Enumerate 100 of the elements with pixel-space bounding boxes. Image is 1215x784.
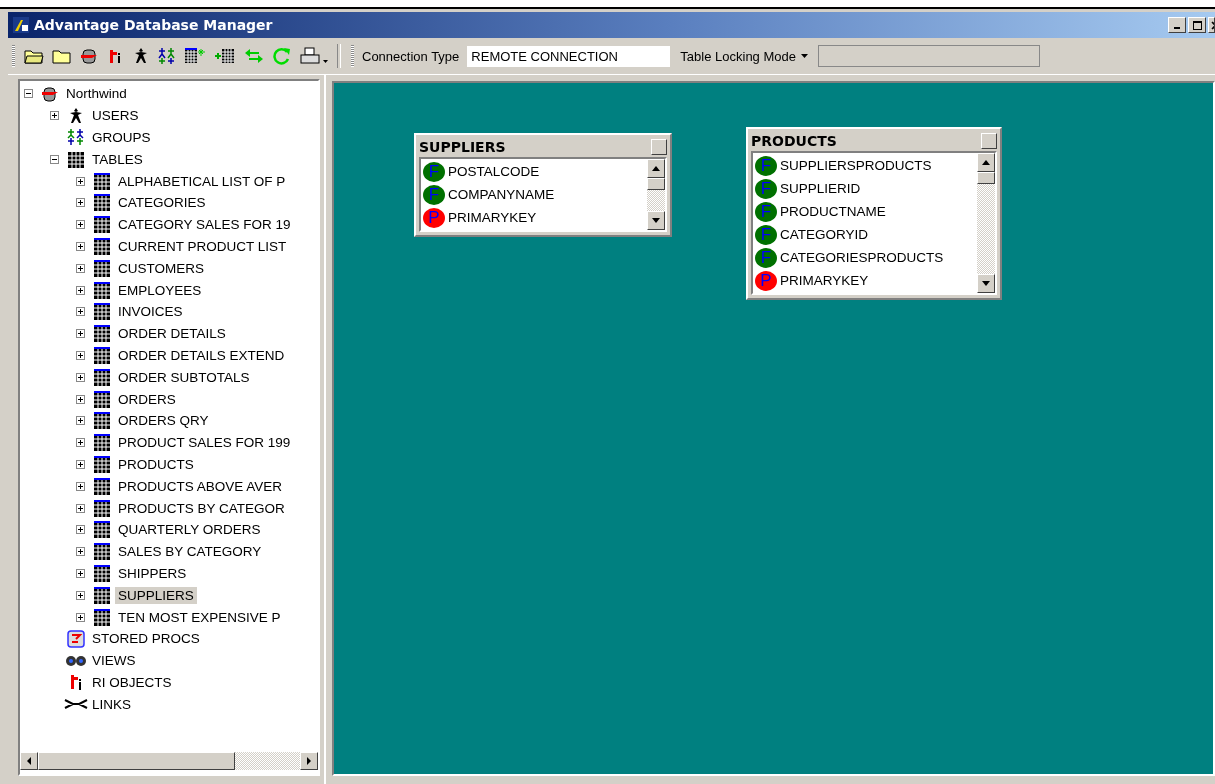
tree-item[interactable]: SALES BY CATEGORY [115, 543, 265, 561]
key-badge: F [755, 247, 777, 268]
table-icon [93, 608, 111, 626]
expand-icon[interactable] [76, 307, 85, 317]
expand-icon[interactable] [76, 525, 85, 535]
tree-item[interactable]: PRODUCTS BY CATEGOR [115, 499, 288, 517]
tree-item[interactable]: PRODUCT SALES FOR 199 [115, 434, 294, 452]
key-badge: P [423, 207, 445, 228]
tree-item[interactable]: TABLES [89, 150, 146, 168]
table-icon [93, 586, 111, 604]
expand-icon[interactable] [50, 111, 59, 121]
tree-item[interactable]: VIEWS [89, 652, 139, 670]
window-button[interactable] [981, 133, 997, 149]
maximize-icon [1192, 20, 1202, 30]
minimize-button[interactable] [1168, 17, 1186, 33]
window-button[interactable] [651, 139, 667, 155]
field-name[interactable]: PRIMARYKEY [780, 273, 869, 288]
scroll-thumb[interactable] [647, 178, 665, 190]
expand-icon[interactable] [76, 547, 85, 557]
tree-item[interactable]: GROUPS [89, 129, 154, 146]
tree-item[interactable]: CATEGORY SALES FOR 19 [115, 216, 294, 234]
expand-icon[interactable] [76, 612, 85, 622]
tree-item[interactable]: STORED PROCS [89, 630, 203, 648]
table-window[interactable]: SUPPLIERS F POSTALCODE F COMPANYNAME P PRIMARYKEY [414, 133, 672, 237]
database-icon [41, 85, 59, 102]
tree-item[interactable]: ORDERS QRY [115, 412, 212, 430]
tree-item[interactable]: PRODUCTS ABOVE AVER [115, 477, 286, 495]
down-arrow-icon [652, 218, 660, 223]
expand-icon[interactable] [76, 220, 85, 230]
table-icon [93, 390, 111, 408]
close-button[interactable] [1208, 17, 1215, 33]
expand-icon[interactable] [76, 394, 85, 404]
tree-item[interactable]: TEN MOST EXPENSIVE P [115, 608, 284, 626]
tree-item[interactable]: CUSTOMERS [115, 259, 207, 277]
table-window[interactable]: PRODUCTS F SUPPLIERSPRODUCTS F SUPPLIERID F PRODUCTNAME F CATEGORYID F CATEGORIESPRODUCTS P PRIMARYKEY [746, 127, 1002, 300]
tree-item[interactable]: SUPPLIERS [115, 586, 197, 604]
expand-icon[interactable] [76, 329, 85, 339]
tree-item[interactable]: CATEGORIES [115, 194, 209, 212]
expand-icon[interactable] [76, 176, 85, 186]
table-icon [93, 434, 111, 452]
print-icon[interactable] [297, 45, 331, 67]
tree-item[interactable]: EMPLOYEES [115, 281, 205, 299]
table-icon [93, 543, 111, 561]
expand-icon[interactable] [76, 263, 85, 273]
tree-item[interactable]: ORDER SUBTOTALS [115, 368, 253, 386]
scroll-thumb[interactable] [977, 172, 995, 184]
key-badge: F [755, 155, 777, 176]
tree-item[interactable]: USERS [89, 107, 142, 125]
tree-item[interactable]: PRODUCTS [115, 455, 197, 473]
binoculars-icon [65, 653, 87, 668]
field-name[interactable]: SUPPLIERSPRODUCTS [780, 158, 932, 173]
tree-item[interactable]: ORDER DETAILS EXTEND [115, 346, 288, 364]
expand-icon[interactable] [76, 568, 85, 578]
expand-icon[interactable] [76, 590, 85, 600]
field-name[interactable]: CATEGORYID [780, 227, 868, 242]
app-logo-icon [12, 16, 30, 34]
tree-item[interactable]: ALPHABETICAL LIST OF P [115, 172, 289, 190]
expand-icon[interactable] [76, 241, 85, 251]
expand-icon[interactable] [76, 285, 85, 295]
right-arrow-icon [306, 757, 312, 765]
tree-item[interactable]: LINKS [89, 695, 135, 713]
field-name[interactable]: COMPANYNAME [448, 187, 555, 202]
vertical-scrollbar[interactable] [647, 159, 665, 230]
field-name[interactable]: PRIMARYKEY [448, 210, 537, 225]
expand-icon[interactable] [76, 372, 85, 382]
expand-icon[interactable] [76, 503, 85, 513]
tree-item[interactable]: ORDER DETAILS [115, 325, 229, 343]
tree-item[interactable]: INVOICES [115, 303, 186, 321]
tree-item[interactable]: QUARTERLY ORDERS [115, 521, 264, 539]
tree-item[interactable]: CURRENT PRODUCT LIST [115, 237, 290, 255]
field-name[interactable]: CATEGORIESPRODUCTS [780, 250, 944, 265]
maximize-button[interactable] [1188, 17, 1206, 33]
tree-item[interactable]: Northwind [63, 85, 130, 103]
horizontal-scrollbar[interactable] [20, 752, 318, 770]
field-name[interactable]: SUPPLIERID [780, 181, 861, 196]
table-icon [93, 281, 111, 299]
expand-icon[interactable] [76, 350, 85, 360]
expand-icon[interactable] [76, 481, 85, 491]
collapse-icon[interactable] [24, 89, 33, 99]
close-icon [1211, 20, 1214, 30]
table-icon [93, 237, 111, 255]
scroll-thumb[interactable] [38, 752, 235, 770]
vertical-scrollbar[interactable] [977, 153, 995, 293]
field-name[interactable]: PRODUCTNAME [780, 204, 886, 219]
table-icon [93, 216, 111, 234]
field-name[interactable]: POSTALCODE [448, 164, 540, 179]
locking-mode-field[interactable] [818, 45, 1040, 67]
table-icon [93, 412, 111, 430]
expand-icon[interactable] [76, 416, 85, 426]
collapse-icon[interactable] [50, 154, 59, 164]
connection-type-field[interactable]: REMOTE CONNECTION [467, 45, 671, 67]
tree-item[interactable]: SHIPPERS [115, 564, 190, 582]
expand-icon[interactable] [76, 438, 85, 448]
table-locking-mode-dropdown[interactable]: Table Locking Mode [678, 46, 812, 66]
down-arrow-icon [982, 281, 990, 286]
key-badge: F [755, 178, 777, 199]
tree-item[interactable]: ORDERS [115, 390, 179, 408]
tree-item[interactable]: RI OBJECTS [89, 673, 175, 691]
expand-icon[interactable] [76, 459, 85, 469]
expand-icon[interactable] [76, 198, 85, 208]
